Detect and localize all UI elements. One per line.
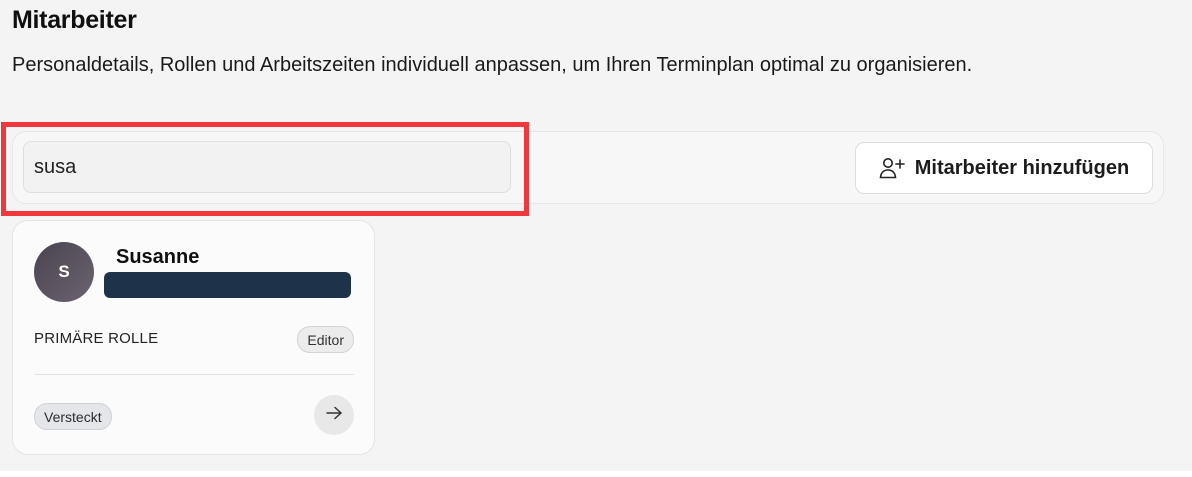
redacted-email-bar xyxy=(104,272,351,298)
status-badge: Versteckt xyxy=(34,403,112,430)
employee-name: Susanne xyxy=(116,246,200,268)
avatar-initial: S xyxy=(58,262,70,281)
primary-role-label: PRIMÄRE ROLLE xyxy=(34,330,159,347)
page-title: Mitarbeiter xyxy=(12,6,137,34)
arrow-right-icon xyxy=(325,406,343,425)
role-badge: Editor xyxy=(297,326,354,353)
open-employee-button[interactable] xyxy=(314,395,354,435)
search-highlight-frame xyxy=(1,122,529,216)
avatar: S xyxy=(34,242,94,302)
employees-page: Mitarbeiter Personaldetails, Rollen und … xyxy=(0,0,1192,471)
page-subtitle: Personaldetails, Rollen und Arbeitszeite… xyxy=(12,54,973,76)
add-employee-button-label: Mitarbeiter hinzufügen xyxy=(914,156,1130,179)
card-divider xyxy=(34,374,354,375)
add-employee-button[interactable]: Mitarbeiter hinzufügen xyxy=(855,142,1153,194)
user-plus-icon xyxy=(879,157,905,179)
employee-card[interactable]: S Susanne PRIMÄRE ROLLE Editor Versteckt xyxy=(12,220,375,455)
